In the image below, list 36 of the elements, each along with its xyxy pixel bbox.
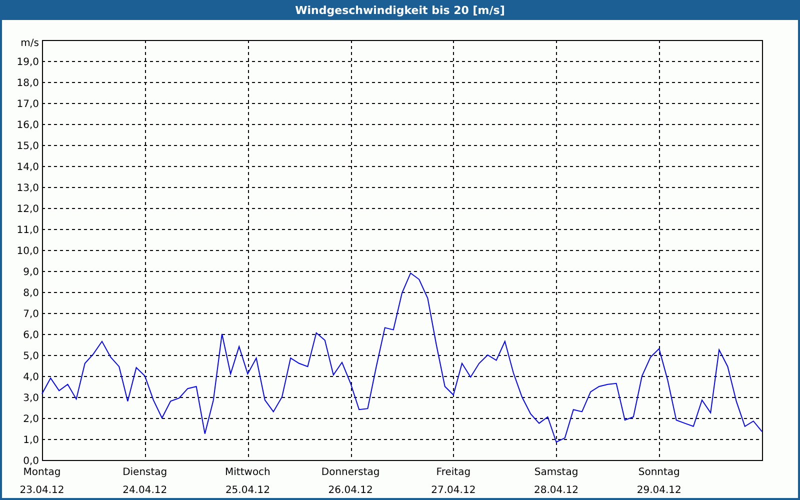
day-label: Montag (23, 467, 61, 478)
y-tick-label: 16,0 (16, 120, 39, 131)
y-tick-label: 2,0 (23, 414, 39, 425)
date-label: 27.04.12 (431, 485, 476, 496)
y-tick-label: 11,0 (16, 225, 39, 236)
date-label: 29.04.12 (636, 485, 682, 496)
date-label: 25.04.12 (225, 485, 270, 496)
y-tick-label: 12,0 (16, 204, 39, 215)
y-tick-label: 13,0 (16, 183, 39, 194)
y-tick-label: 0,0 (23, 456, 39, 467)
date-label: 26.04.12 (328, 485, 373, 496)
day-label: Freitag (436, 467, 471, 478)
y-tick-label: 1,0 (23, 435, 39, 446)
y-tick-label: 9,0 (23, 267, 39, 278)
y-tick-label: 3,0 (23, 393, 39, 404)
date-label: 23.04.12 (20, 485, 64, 496)
day-label: Mittwoch (225, 467, 270, 478)
day-label: Samstag (534, 467, 578, 478)
y-tick-label: 10,0 (16, 246, 39, 257)
y-tick-label: 18,0 (16, 78, 39, 89)
y-axis-unit: m/s (20, 38, 39, 49)
day-label: Donnerstag (321, 467, 380, 478)
day-label: Dienstag (122, 467, 168, 478)
y-tick-label: 5,0 (23, 351, 39, 362)
date-label: 28.04.12 (534, 485, 579, 496)
y-tick-label: 19,0 (16, 57, 39, 68)
y-tick-label: 7,0 (23, 309, 39, 320)
y-tick-label: 4,0 (23, 372, 39, 383)
y-tick-label: 15,0 (16, 141, 39, 152)
day-label: Sonntag (638, 467, 680, 478)
y-tick-label: 17,0 (16, 99, 39, 110)
window-title: Windgeschwindigkeit bis 20 [m/s] (295, 4, 505, 16)
date-label: 24.04.12 (122, 485, 168, 496)
y-tick-label: 6,0 (23, 330, 39, 341)
y-tick-label: 14,0 (16, 162, 39, 173)
y-tick-label: 8,0 (23, 288, 39, 299)
